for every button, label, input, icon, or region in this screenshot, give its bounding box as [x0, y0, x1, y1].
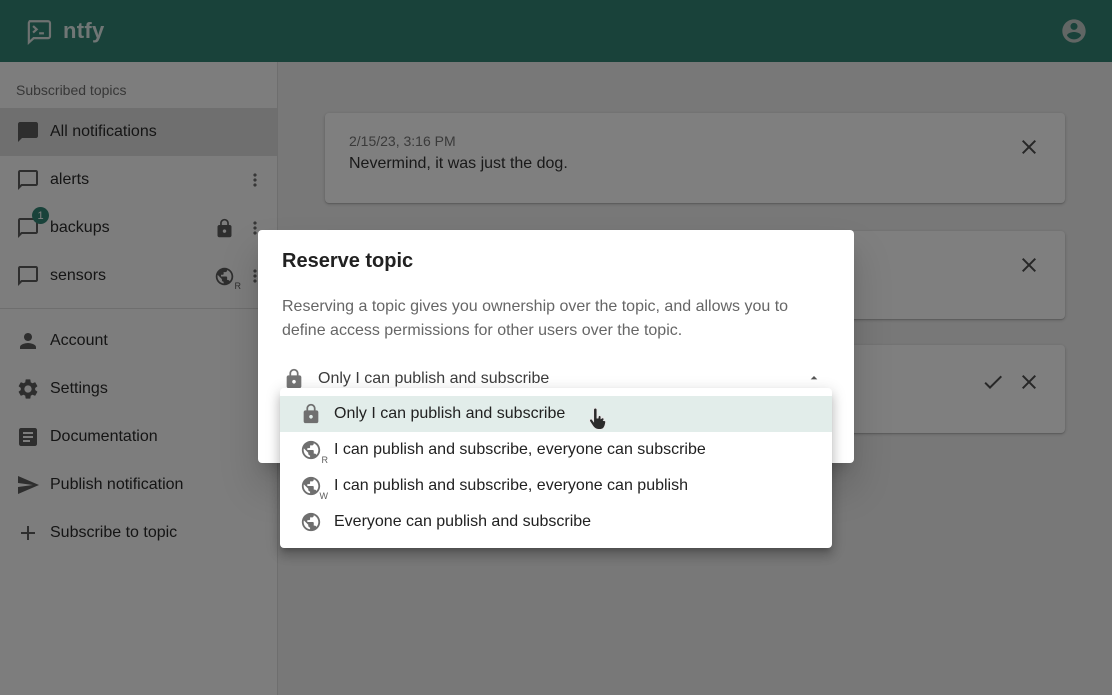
- globe-icon: [300, 511, 322, 533]
- dialog-title: Reserve topic: [282, 250, 830, 273]
- lock-icon: [300, 403, 322, 425]
- globe-write-icon: W: [300, 475, 322, 497]
- globe-sub-letter: R: [322, 455, 329, 465]
- menu-option-label: Only I can publish and subscribe: [334, 405, 565, 423]
- menu-option-label: I can publish and subscribe, everyone ca…: [334, 477, 688, 495]
- menu-option-everyone-can-subscribe[interactable]: R I can publish and subscribe, everyone …: [280, 432, 832, 468]
- globe-read-icon: R: [300, 439, 322, 461]
- access-permission-menu: Only I can publish and subscribe R I can…: [280, 388, 832, 548]
- menu-option-label: Everyone can publish and subscribe: [334, 513, 591, 531]
- globe-sub-letter: W: [320, 491, 329, 501]
- select-value: Only I can publish and subscribe: [318, 370, 549, 388]
- chevron-up-icon: [806, 370, 822, 386]
- dialog-description: Reserving a topic gives you ownership ov…: [282, 295, 834, 343]
- menu-option-only-me[interactable]: Only I can publish and subscribe: [280, 396, 832, 432]
- menu-option-everyone-can-publish[interactable]: W I can publish and subscribe, everyone …: [280, 468, 832, 504]
- menu-option-everyone[interactable]: Everyone can publish and subscribe: [280, 504, 832, 540]
- lock-icon: [283, 368, 305, 390]
- menu-option-label: I can publish and subscribe, everyone ca…: [334, 441, 706, 459]
